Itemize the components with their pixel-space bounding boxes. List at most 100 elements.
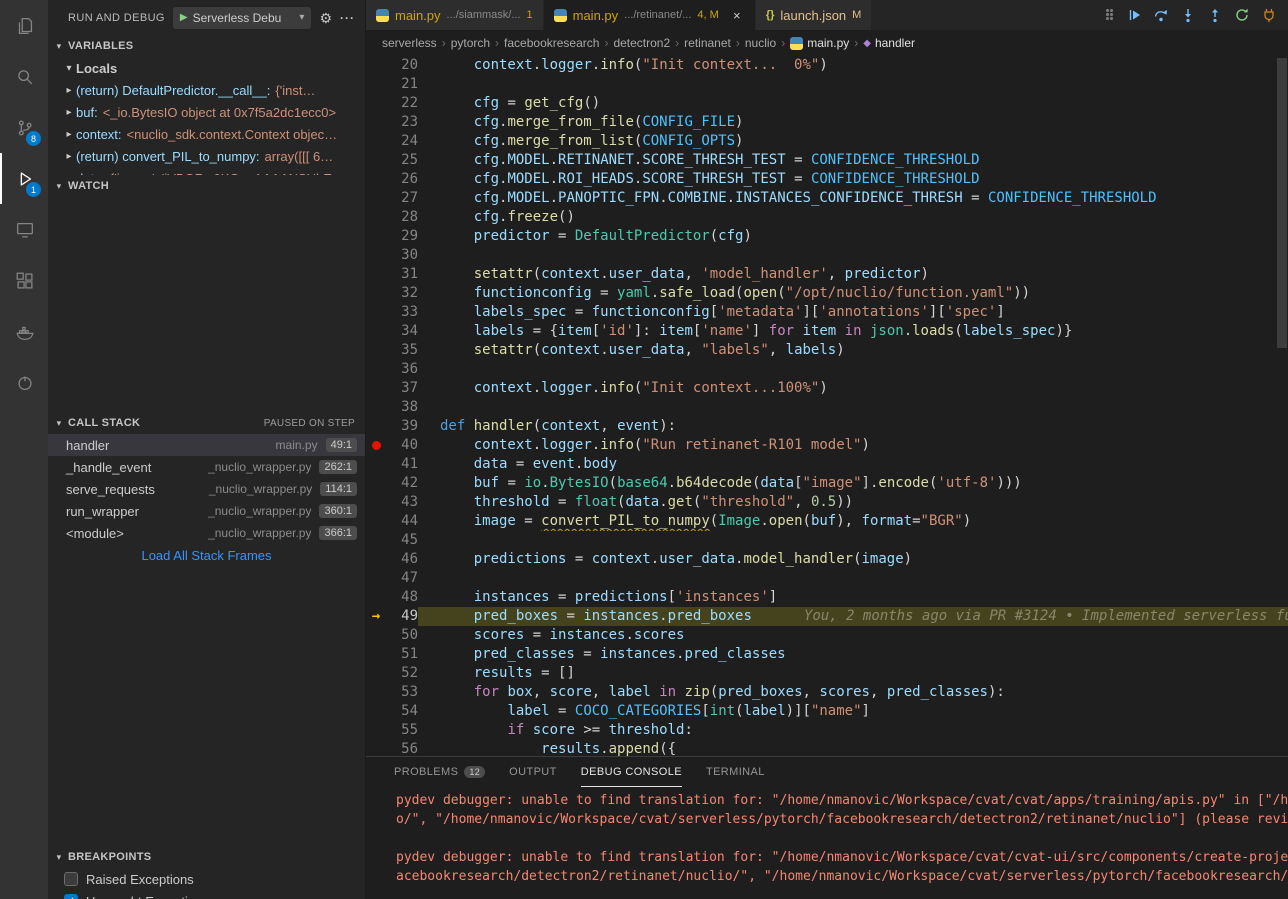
code-line[interactable]: 30 [366, 246, 1288, 265]
sidebar-item-power-tool[interactable] [0, 357, 48, 408]
code-line[interactable]: →49 pred_boxes = instances.pred_boxesYou… [366, 607, 1288, 626]
gutter-glyph-margin[interactable] [366, 702, 386, 721]
line-content[interactable] [418, 246, 1288, 265]
line-content[interactable]: image = convert_PIL_to_numpy(Image.open(… [418, 512, 1288, 531]
variable-row[interactable]: ▸(return) DefaultPredictor.__call__:{'in… [48, 79, 365, 101]
code-line[interactable]: 45 [366, 531, 1288, 550]
variables-scope-locals[interactable]: ▾ Locals [48, 57, 365, 79]
gutter-glyph-margin[interactable] [366, 436, 386, 455]
breadcrumb-item[interactable]: retinanet [684, 36, 731, 50]
code-line[interactable]: 34 labels = {item['id']: item['name'] fo… [366, 322, 1288, 341]
gutter-glyph-margin[interactable] [366, 740, 386, 756]
gutter-glyph-margin[interactable] [366, 531, 386, 550]
code-line[interactable]: 51 pred_classes = instances.pred_classes [366, 645, 1288, 664]
code-line[interactable]: 36 [366, 360, 1288, 379]
scrollbar-thumb[interactable] [1277, 58, 1287, 348]
code-line[interactable]: 50 scores = instances.scores [366, 626, 1288, 645]
gutter-glyph-margin[interactable] [366, 246, 386, 265]
call-stack-frame[interactable]: serve_requests_nuclio_wrapper.py114:1 [48, 478, 365, 500]
line-content[interactable]: scores = instances.scores [418, 626, 1288, 645]
gear-icon[interactable]: ⚙ [319, 11, 332, 25]
gutter-glyph-margin[interactable] [366, 474, 386, 493]
breadcrumb-item[interactable]: serverless [382, 36, 437, 50]
gutter-glyph-margin[interactable] [366, 170, 386, 189]
code-line[interactable]: 28 cfg.freeze() [366, 208, 1288, 227]
line-content[interactable]: buf = io.BytesIO(base64.b64decode(data["… [418, 474, 1288, 493]
code-line[interactable]: 48 instances = predictions['instances'] [366, 588, 1288, 607]
line-content[interactable]: cfg = get_cfg() [418, 94, 1288, 113]
continue-button[interactable] [1125, 6, 1143, 24]
code-line[interactable]: 31 setattr(context.user_data, 'model_han… [366, 265, 1288, 284]
breadcrumb-item[interactable]: facebookresearch [504, 36, 599, 50]
line-content[interactable]: context.logger.info("Init context...100%… [418, 379, 1288, 398]
sidebar-item-run-and-debug[interactable]: 1 [0, 153, 48, 204]
call-stack-frame[interactable]: handlermain.py49:1 [48, 434, 365, 456]
call-stack-frame[interactable]: _handle_event_nuclio_wrapper.py262:1 [48, 456, 365, 478]
code-line[interactable]: 52 results = [] [366, 664, 1288, 683]
line-content[interactable]: cfg.MODEL.RETINANET.SCORE_THRESH_TEST = … [418, 151, 1288, 170]
code-line[interactable]: 53 for box, score, label in zip(pred_box… [366, 683, 1288, 702]
code-line[interactable]: 39def handler(context, event): [366, 417, 1288, 436]
code-line[interactable]: 23 cfg.merge_from_file(CONFIG_FILE) [366, 113, 1288, 132]
gutter-glyph-margin[interactable] [366, 398, 386, 417]
line-content[interactable]: threshold = float(data.get("threshold", … [418, 493, 1288, 512]
more-actions-icon[interactable]: ··· [340, 12, 355, 24]
line-content[interactable]: instances = predictions['instances'] [418, 588, 1288, 607]
breakpoint-item[interactable]: ✓Uncaught Exceptions [48, 890, 365, 899]
line-content[interactable]: pred_boxes = instances.pred_boxesYou, 2 … [418, 607, 1288, 626]
call-stack-frame[interactable]: run_wrapper_nuclio_wrapper.py360:1 [48, 500, 365, 522]
gutter-glyph-margin[interactable] [366, 683, 386, 702]
gutter-glyph-margin[interactable] [366, 208, 386, 227]
line-content[interactable] [418, 398, 1288, 417]
gutter-glyph-margin[interactable] [366, 56, 386, 75]
line-content[interactable]: labels = {item['id']: item['name'] for i… [418, 322, 1288, 341]
line-content[interactable]: setattr(context.user_data, "labels", lab… [418, 341, 1288, 360]
watch-section-header[interactable]: ▾ WATCH [48, 175, 365, 197]
line-content[interactable]: cfg.MODEL.ROI_HEADS.SCORE_THRESH_TEST = … [418, 170, 1288, 189]
line-content[interactable]: for box, score, label in zip(pred_boxes,… [418, 683, 1288, 702]
code-line[interactable]: 54 label = COCO_CATEGORIES[int(label)]["… [366, 702, 1288, 721]
load-all-stack-frames-link[interactable]: Load All Stack Frames [48, 544, 365, 568]
line-content[interactable]: label = COCO_CATEGORIES[int(label)]["nam… [418, 702, 1288, 721]
line-content[interactable]: results = [] [418, 664, 1288, 683]
variables-section-header[interactable]: ▾ VARIABLES [48, 35, 365, 57]
gutter-glyph-margin[interactable] [366, 588, 386, 607]
sidebar-item-search[interactable] [0, 51, 48, 102]
code-line[interactable]: 37 context.logger.info("Init context...1… [366, 379, 1288, 398]
sidebar-item-source-control[interactable]: 8 [0, 102, 48, 153]
checkbox[interactable] [64, 872, 78, 886]
line-content[interactable]: results.append({ [418, 740, 1288, 756]
panel-tab-problems[interactable]: PROBLEMS12 [394, 757, 485, 787]
line-content[interactable] [418, 360, 1288, 379]
toolbar-drag-grip-icon[interactable] [1106, 9, 1114, 21]
sidebar-item-docker[interactable] [0, 306, 48, 357]
code-line[interactable]: 21 [366, 75, 1288, 94]
line-content[interactable] [418, 569, 1288, 588]
line-content[interactable]: setattr(context.user_data, 'model_handle… [418, 265, 1288, 284]
code-line[interactable]: 24 cfg.merge_from_list(CONFIG_OPTS) [366, 132, 1288, 151]
line-content[interactable]: predictor = DefaultPredictor(cfg) [418, 227, 1288, 246]
panel-tab-output[interactable]: OUTPUT [509, 757, 557, 787]
line-content[interactable]: pred_classes = instances.pred_classes [418, 645, 1288, 664]
variable-row[interactable]: ▸(return) convert_PIL_to_numpy:array([[[… [48, 145, 365, 167]
line-content[interactable]: functionconfig = yaml.safe_load(open("/o… [418, 284, 1288, 303]
line-content[interactable]: labels_spec = functionconfig['metadata']… [418, 303, 1288, 322]
code-line[interactable]: 56 results.append({ [366, 740, 1288, 756]
breakpoint-icon[interactable] [372, 441, 381, 450]
line-content[interactable]: if score >= threshold: [418, 721, 1288, 740]
code-line[interactable]: 35 setattr(context.user_data, "labels", … [366, 341, 1288, 360]
gutter-glyph-margin[interactable] [366, 284, 386, 303]
line-content[interactable]: predictions = context.user_data.model_ha… [418, 550, 1288, 569]
close-icon[interactable]: × [729, 8, 745, 23]
gutter-glyph-margin[interactable] [366, 417, 386, 436]
line-content[interactable]: cfg.merge_from_file(CONFIG_FILE) [418, 113, 1288, 132]
line-content[interactable] [418, 75, 1288, 94]
gutter-glyph-margin[interactable] [366, 626, 386, 645]
breadcrumb-item[interactable]: nuclio [745, 36, 776, 50]
editor-tab[interactable]: {}launch.jsonM [756, 0, 873, 30]
disconnect-button[interactable] [1260, 6, 1278, 24]
panel-tab-debug-console[interactable]: DEBUG CONSOLE [581, 757, 682, 787]
gutter-glyph-margin[interactable] [366, 322, 386, 341]
gutter-glyph-margin[interactable] [366, 265, 386, 284]
editor-scrollbar[interactable] [1276, 56, 1288, 756]
